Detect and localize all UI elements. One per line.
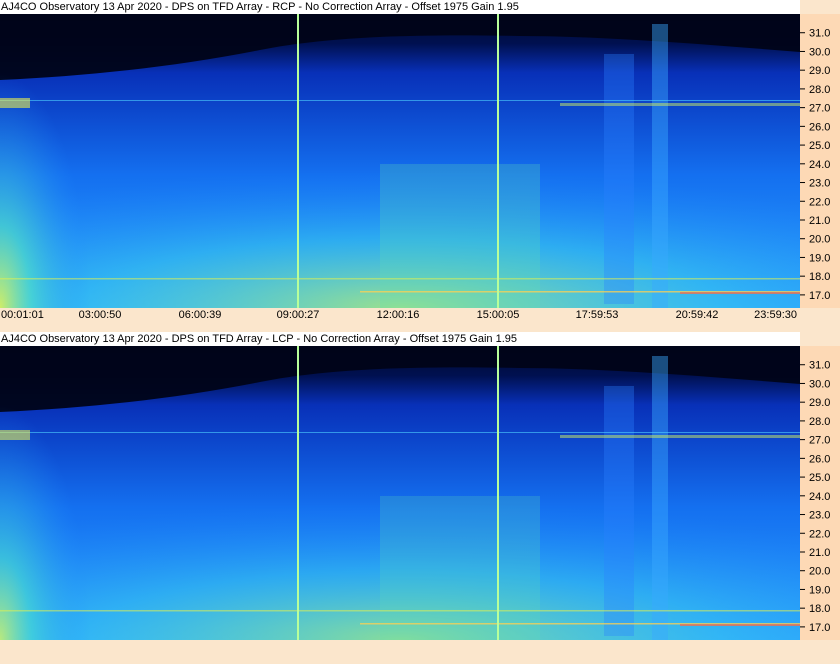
y-tick-label: 19.0 xyxy=(809,252,830,264)
rcp-heatmap-layer xyxy=(0,14,800,308)
y-tick-label: 27.0 xyxy=(809,103,830,115)
y-tick-label: 18.0 xyxy=(809,271,830,283)
lcp-x-axis xyxy=(0,640,840,664)
lcp-title: AJ4CO Observatory 13 Apr 2020 - DPS on T… xyxy=(0,332,800,346)
y-tick-label: 24.0 xyxy=(809,491,830,503)
y-tick-label: 22.0 xyxy=(809,196,830,208)
y-tick-label: 30.0 xyxy=(809,378,830,390)
y-tick-label: 28.0 xyxy=(809,416,830,428)
y-tick-label: 17.0 xyxy=(809,290,830,302)
y-tick-label: 19.0 xyxy=(809,584,830,596)
x-tick-label: 15:00:05 xyxy=(476,309,520,321)
y-tick-label: 29.0 xyxy=(809,397,830,409)
rcp-title: AJ4CO Observatory 13 Apr 2020 - DPS on T… xyxy=(0,0,800,14)
y-tick-label: 18.0 xyxy=(809,603,830,615)
lcp-heatmap-layer xyxy=(0,346,800,640)
x-tick-label: 20:59:42 xyxy=(675,309,719,321)
x-tick-label: 03:00:50 xyxy=(78,309,122,321)
y-tick-label: 30.0 xyxy=(809,46,830,58)
lcp-spectrogram[interactable] xyxy=(0,346,800,640)
y-tick-label: 26.0 xyxy=(809,121,830,133)
y-tick-label: 21.0 xyxy=(809,215,830,227)
y-tick-label: 29.0 xyxy=(809,65,830,77)
rcp-x-axis: 00:01:01 03:00:50 06:00:39 09:00:27 12:0… xyxy=(0,308,840,322)
y-tick-label: 21.0 xyxy=(809,547,830,559)
x-tick-label: 17:59:53 xyxy=(575,309,619,321)
y-tick-label: 23.0 xyxy=(809,510,830,522)
y-tick-label: 20.0 xyxy=(809,234,830,246)
y-tick-label: 24.0 xyxy=(809,159,830,171)
x-tick-label: 12:00:16 xyxy=(376,309,420,321)
y-tick-label: 25.0 xyxy=(809,140,830,152)
y-tick-label: 23.0 xyxy=(809,178,830,190)
x-tick-label: 09:00:27 xyxy=(276,309,320,321)
x-tick-label: 00:01:01 xyxy=(1,309,44,321)
y-tick-label: 25.0 xyxy=(809,472,830,484)
y-tick-label: 22.0 xyxy=(809,528,830,540)
y-tick-label: 31.0 xyxy=(809,28,830,40)
rcp-spectrogram[interactable] xyxy=(0,14,800,308)
y-tick-label: 27.0 xyxy=(809,435,830,447)
x-tick-label: 23:59:30 xyxy=(754,309,797,321)
rcp-y-axis: 31.0 30.0 29.0 28.0 27.0 26.0 25.0 24.0 23.0 22.0… xyxy=(800,14,840,308)
x-tick-label: 06:00:39 xyxy=(178,309,222,321)
y-tick-label: 31.0 xyxy=(809,360,830,372)
lcp-y-axis: 31.0 30.0 29.0 28.0 27.0 26.0 25.0 24.0 23.0 22.0… xyxy=(800,346,840,640)
y-tick-label: 17.0 xyxy=(809,622,830,634)
y-tick-label: 28.0 xyxy=(809,84,830,96)
y-tick-label: 20.0 xyxy=(809,566,830,578)
y-tick-label: 26.0 xyxy=(809,453,830,465)
